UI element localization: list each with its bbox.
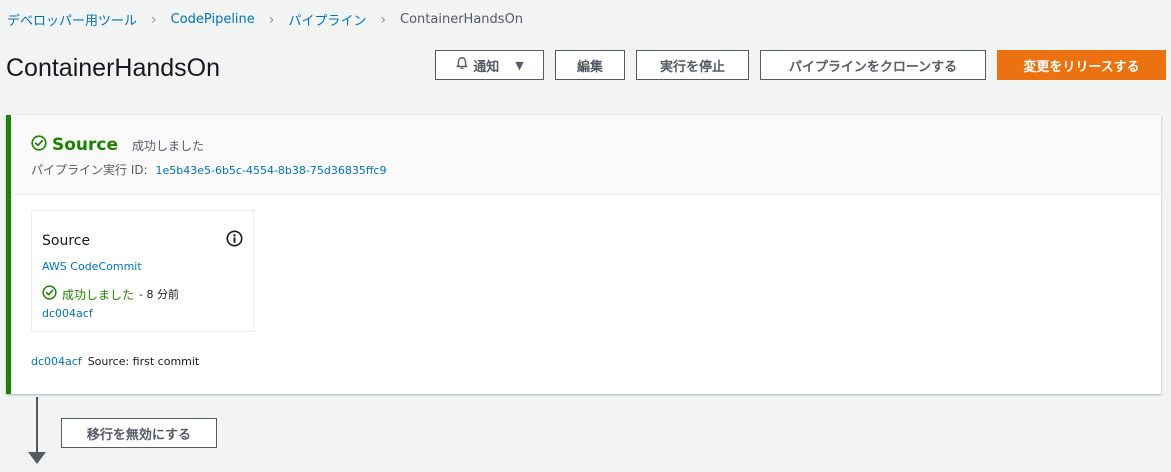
execution-id-link[interactable]: 1e5b43e5-6b5c-4554-8b38-75d36835ffc9 — [155, 164, 386, 177]
breadcrumb-separator: › — [268, 11, 275, 28]
stop-execution-button[interactable]: 実行を停止 — [636, 50, 749, 80]
breadcrumb-separator: › — [380, 11, 387, 28]
commit-message: Source: first commit — [87, 355, 200, 368]
stage-status: 成功しました — [132, 138, 205, 153]
breadcrumb-separator: › — [151, 11, 157, 28]
check-circle-icon — [31, 135, 47, 155]
bell-icon — [455, 56, 469, 74]
check-circle-icon — [42, 285, 57, 303]
action-card-source: Source AWS CodeCommit 成功しました - 8 分前 dc00… — [31, 210, 254, 332]
action-commit-link[interactable]: dc004acf — [42, 307, 243, 320]
page-title: ContainerHandsOn — [6, 54, 221, 82]
arrow-down-icon — [28, 452, 46, 464]
stage-name: Source — [52, 135, 119, 155]
action-status: 成功しました — [62, 287, 135, 302]
breadcrumb-pipelines[interactable]: パイプライン — [288, 10, 366, 29]
clone-pipeline-button[interactable]: パイプラインをクローンする — [760, 50, 986, 80]
breadcrumb-current: ContainerHandsOn — [400, 12, 524, 27]
notify-button[interactable]: 通知 ▼ — [435, 50, 544, 80]
disable-transition-button[interactable]: 移行を無効にする — [61, 418, 217, 448]
stage-source: Source 成功しました パイプライン実行 ID: 1e5b43e5-6b5c… — [6, 115, 1161, 394]
release-change-button[interactable]: 変更をリリースする — [997, 50, 1166, 80]
execution-id-label: パイプライン実行 ID: — [31, 163, 148, 177]
commit-id-link[interactable]: dc004acf — [31, 355, 82, 368]
action-title: Source — [42, 232, 91, 249]
breadcrumb-developer-tools[interactable]: デベロッパー用ツール — [7, 10, 137, 29]
stage-header: Source 成功しました パイプライン実行 ID: 1e5b43e5-6b5c… — [11, 115, 1161, 195]
provider-link[interactable]: AWS CodeCommit — [42, 260, 243, 273]
edit-button[interactable]: 編集 — [555, 50, 625, 80]
info-icon[interactable] — [226, 230, 243, 251]
caret-down-icon: ▼ — [515, 58, 524, 72]
commit-summary: dc004acf Source: first commit — [31, 355, 199, 368]
notify-label: 通知 — [473, 59, 500, 75]
action-time: - 8 分前 — [139, 288, 179, 301]
breadcrumb-codepipeline[interactable]: CodePipeline — [171, 12, 255, 27]
header-actions: 通知 ▼ 編集 実行を停止 パイプラインをクローンする 変更をリリースする — [435, 50, 1166, 80]
breadcrumb: デベロッパー用ツール › CodePipeline › パイプライン › Con… — [7, 10, 524, 30]
